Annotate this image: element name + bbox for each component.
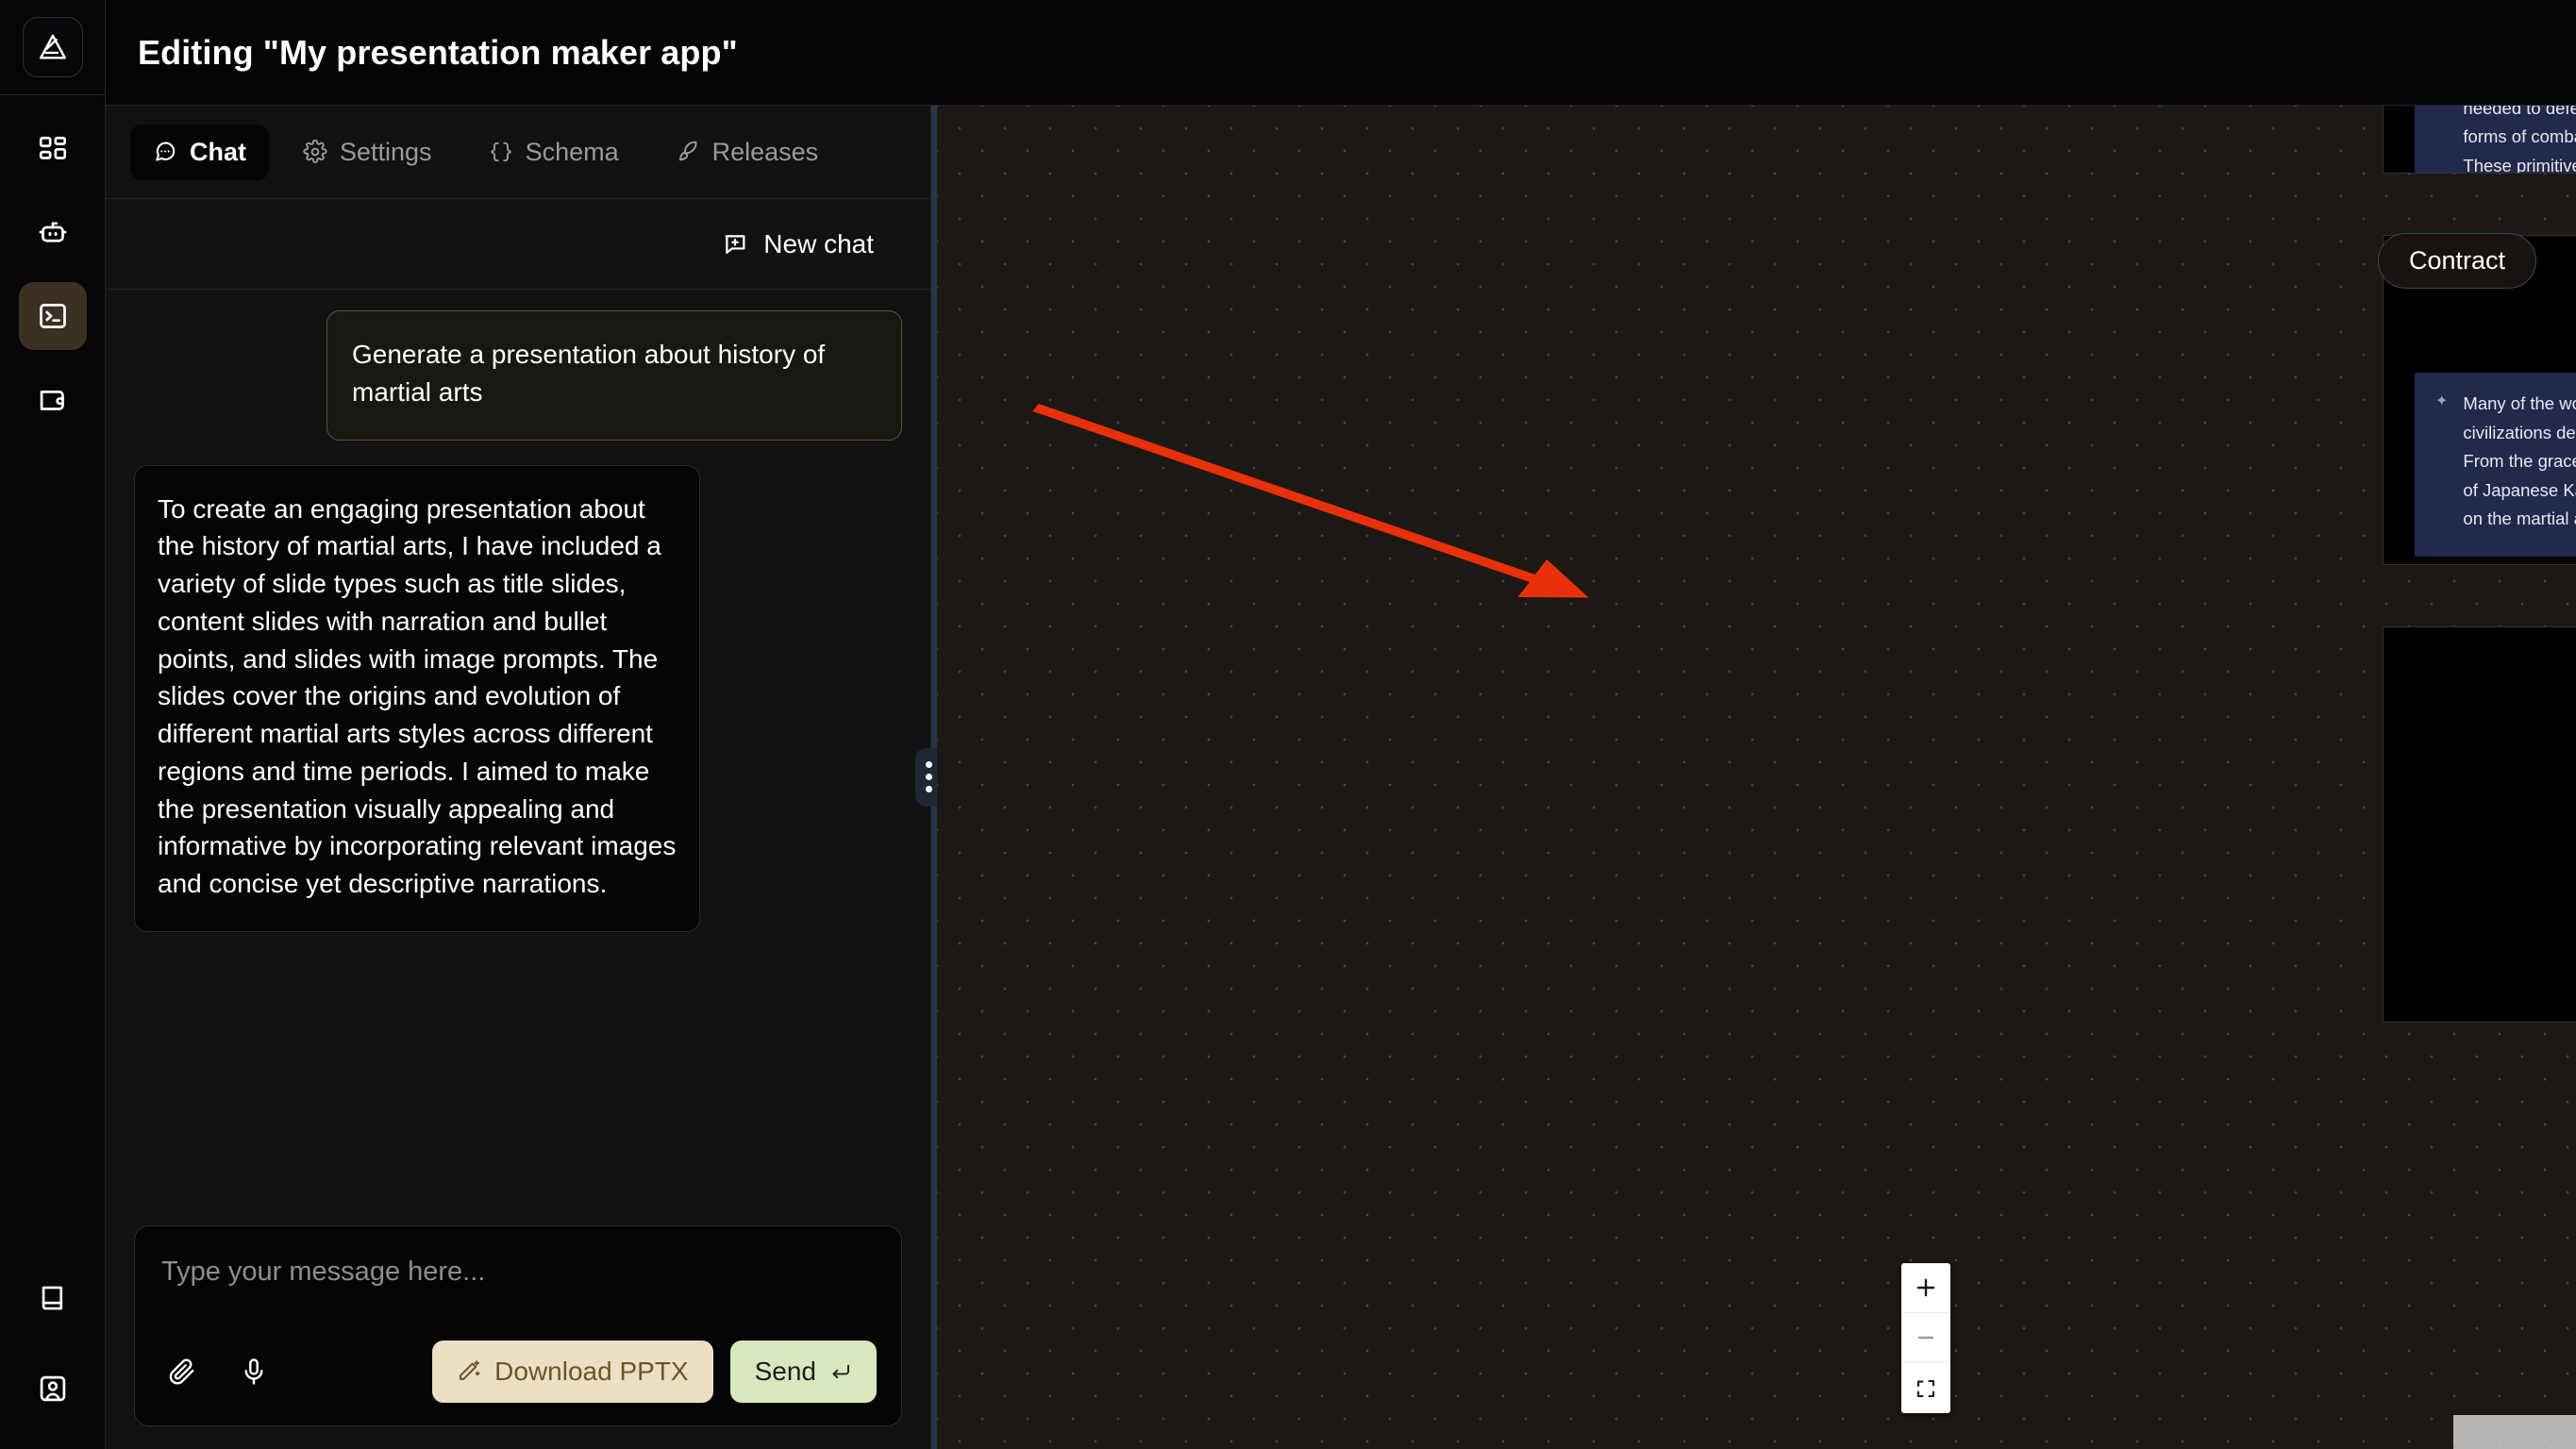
sidebar-item-terminal[interactable] <box>18 282 87 350</box>
zoom-controls <box>1901 1263 1950 1413</box>
sidebar-item-billing[interactable] <box>19 365 87 433</box>
slide-title: European Martial Arts <box>2384 627 2576 735</box>
composer-actions: Download PPTX Send <box>159 1341 877 1403</box>
tab-label: Releases <box>711 137 819 166</box>
slide-canvas[interactable]: Contract needed to def forms of comb The… <box>937 106 2576 1449</box>
grid-squares-icon <box>37 134 69 166</box>
tab-label: Settings <box>340 137 432 166</box>
plus-icon <box>1914 1275 1938 1300</box>
triangle-a-logo-icon <box>37 31 69 63</box>
tab-chat[interactable]: Chat <box>130 124 269 180</box>
user-message-row: Generate a presentation about history of… <box>134 310 902 441</box>
composer-icon-group <box>159 1357 269 1387</box>
terminal-icon <box>37 300 69 332</box>
sidebar-item-dashboard[interactable] <box>19 116 87 184</box>
composer-wrapper: Download PPTX Send <box>106 1225 930 1449</box>
new-chat-row: New chat <box>106 199 930 290</box>
tab-bar: Chat Settings Schema Releases <box>106 106 930 198</box>
app-root: Editing "My presentation maker app" Chat… <box>0 0 2576 1449</box>
user-message-bubble: Generate a presentation about history of… <box>326 310 902 441</box>
tab-label: Chat <box>190 137 246 166</box>
send-label: Send <box>754 1357 816 1386</box>
fit-screen-icon <box>1915 1377 1937 1400</box>
enter-return-icon <box>829 1360 852 1383</box>
grip-dot <box>925 774 932 780</box>
tab-schema[interactable]: Schema <box>466 125 642 180</box>
message-input[interactable] <box>159 1251 877 1341</box>
slide-narration: ✦ The roots of martial arts can be trace… <box>2415 106 2576 174</box>
tab-settings[interactable]: Settings <box>280 125 455 180</box>
main-column: Editing "My presentation maker app" Chat… <box>106 0 2576 1449</box>
curly-braces-icon <box>489 140 513 164</box>
narration-text: Many of the world's most renowned martia… <box>2463 393 2576 529</box>
composer-buttons: Download PPTX Send <box>432 1341 877 1403</box>
download-pptx-button[interactable]: Download PPTX <box>432 1341 713 1403</box>
minus-icon <box>1914 1325 1938 1350</box>
app-logo[interactable] <box>22 17 83 77</box>
annotation-arrow <box>1032 403 1589 598</box>
rail-bottom-nav <box>19 1264 87 1423</box>
slide-card[interactable]: European Martial Arts <box>2383 626 2576 1023</box>
rail-nav <box>18 116 87 433</box>
body-row: Chat Settings Schema Releases New chat G… <box>106 106 2576 1449</box>
fit-view-button[interactable] <box>1901 1363 1950 1413</box>
robot-icon <box>36 216 70 250</box>
tab-label: Schema <box>525 137 619 166</box>
page-title: Editing "My presentation maker app" <box>138 32 738 72</box>
download-pptx-label: Download PPTX <box>494 1357 689 1386</box>
contract-button[interactable]: Contract <box>2377 233 2536 289</box>
paperclip-icon[interactable] <box>167 1357 197 1387</box>
chat-bubble-icon <box>153 140 177 164</box>
new-chat-label: New chat <box>763 228 874 258</box>
slide-card[interactable]: ✦ The roots of martial arts can be trace… <box>2383 106 2576 174</box>
tab-releases[interactable]: Releases <box>653 125 842 180</box>
book-icon <box>37 1282 69 1314</box>
sidebar-item-agents[interactable] <box>19 199 87 267</box>
zoom-in-button[interactable] <box>1901 1263 1950 1313</box>
message-list[interactable]: Generate a presentation about history of… <box>106 290 930 1225</box>
narration-bullet-icon: ✦ <box>2435 393 2449 410</box>
narration-text: The roots of martial arts can be traced … <box>2463 106 2576 174</box>
sidebar-item-docs[interactable] <box>19 1264 87 1332</box>
assistant-message-bubble: To create an engaging presentation about… <box>134 464 700 932</box>
rail-divider <box>0 94 106 95</box>
user-card-icon <box>37 1373 69 1405</box>
send-button[interactable]: Send <box>729 1341 877 1403</box>
narration-bullet-icon: ✦ <box>2435 106 2448 173</box>
chat-panel: Chat Settings Schema Releases New chat G… <box>106 106 931 1449</box>
left-rail <box>0 0 106 1449</box>
assistant-message-row: To create an engaging presentation about… <box>134 464 902 932</box>
sidebar-item-account[interactable] <box>19 1355 87 1423</box>
message-plus-icon <box>722 231 748 258</box>
magic-wand-icon <box>457 1359 481 1384</box>
composer: Download PPTX Send <box>134 1225 902 1426</box>
slide-narration: ✦ Many of the world's most renowned mart… <box>2415 373 2576 557</box>
grip-dot <box>925 761 932 768</box>
zoom-out-button[interactable] <box>1901 1313 1950 1363</box>
canvas-corner-overlay <box>2453 1415 2576 1449</box>
grip-dot <box>925 786 932 792</box>
new-chat-button[interactable]: New chat <box>722 229 874 259</box>
rocket-icon <box>676 140 700 164</box>
wallet-icon <box>37 383 69 415</box>
microphone-icon[interactable] <box>239 1357 269 1387</box>
top-bar: Editing "My presentation maker app" <box>106 0 2576 106</box>
gear-icon <box>303 140 327 164</box>
